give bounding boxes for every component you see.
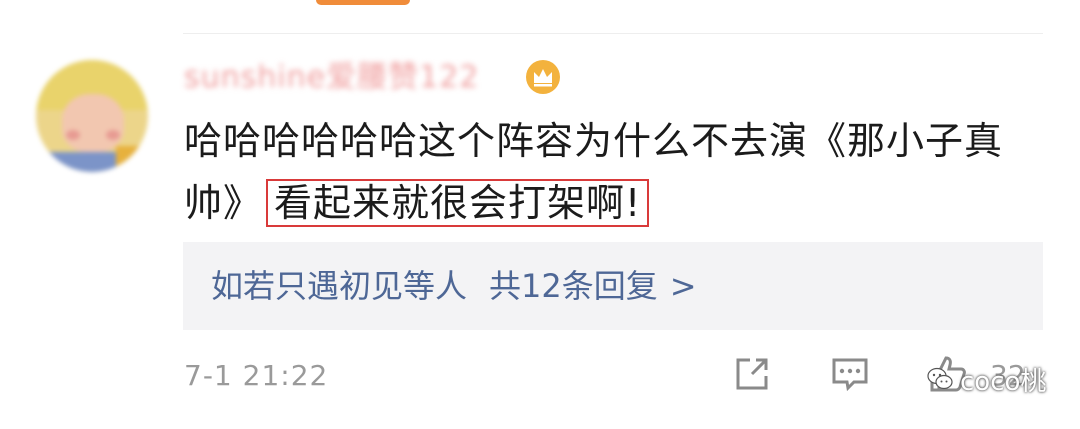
- comment-text-prefix: 帅》: [184, 181, 263, 225]
- comment-body: 哈哈哈哈哈哈这个阵容为什么不去演《那小子真 帅》 看起来就很会打架啊!: [184, 112, 1024, 232]
- avatar-cheek-right: [106, 130, 120, 140]
- highlighted-text: 看起来就很会打架啊!: [266, 179, 650, 227]
- divider: [183, 33, 1043, 34]
- share-icon[interactable]: [732, 354, 772, 394]
- watermark: coco桃: [926, 362, 1047, 397]
- chevron-right-icon[interactable]: >: [670, 267, 697, 305]
- replies-preview[interactable]: 如若只遇初见等人 共12条回复 >: [183, 242, 1043, 330]
- crown-icon-svg: [534, 69, 552, 87]
- username[interactable]: sunshine爱腰赞122: [184, 58, 479, 98]
- avatar-cheek-left: [66, 130, 80, 140]
- share-icon-svg: [736, 358, 768, 390]
- top-tab-indicator: [316, 0, 410, 5]
- comment-card: sunshine爱腰赞122 哈哈哈哈哈哈这个阵容为什么不去演《那小子真 帅》看…: [0, 0, 1080, 429]
- avatar-hat: [116, 146, 146, 172]
- avatar-face: [62, 94, 124, 152]
- watermark-text: coco桃: [960, 366, 1047, 397]
- comment-text-line1: 哈哈哈哈哈哈这个阵容为什么不去演《那小子真: [184, 119, 1004, 163]
- comment-icon[interactable]: [830, 354, 870, 394]
- reply-summary[interactable]: 如若只遇初见等人 共12条回复 >: [211, 264, 697, 308]
- reply-count[interactable]: 共12条回复: [489, 267, 658, 305]
- comment-text-line2: 帅》 看起来就很会打架啊!: [184, 174, 1024, 232]
- avatar[interactable]: [36, 60, 148, 172]
- comment-icon-svg: [832, 358, 868, 392]
- reply-names[interactable]: 如若只遇初见等人: [211, 267, 467, 305]
- timestamp: 7-1 21:22: [184, 359, 329, 392]
- crown-icon: [526, 60, 560, 94]
- wechat-icon: [927, 367, 953, 390]
